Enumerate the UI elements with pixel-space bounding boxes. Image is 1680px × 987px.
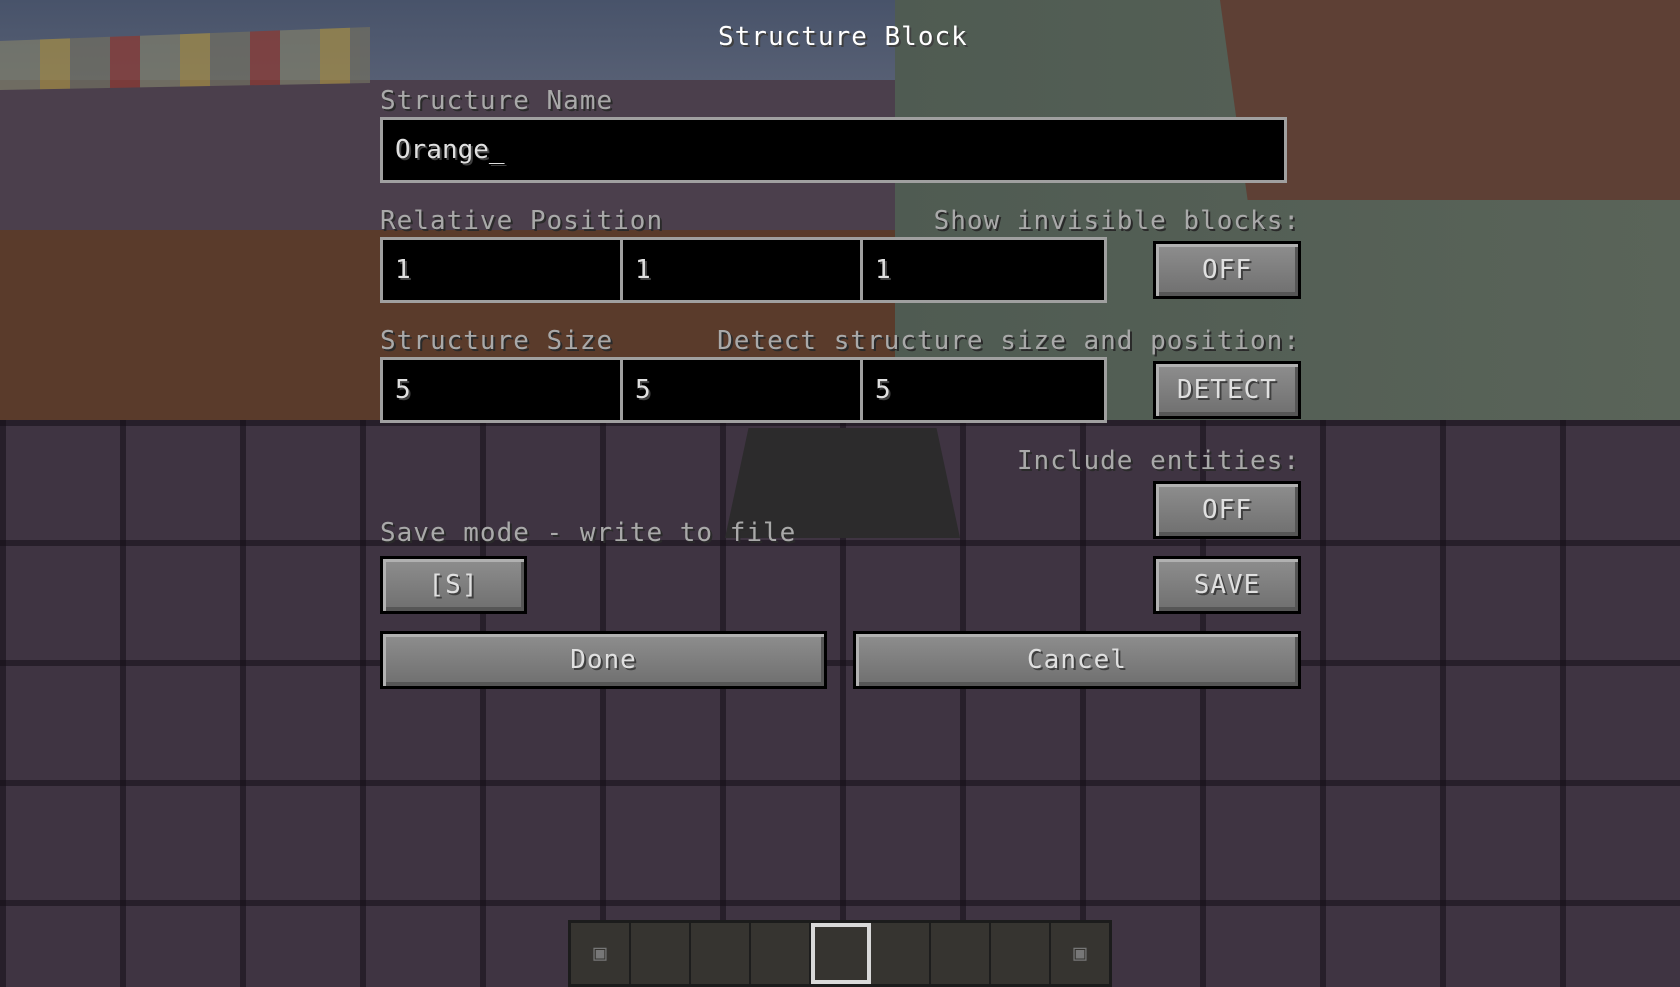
include-entities-label: Include entities: [1016,446,1300,476]
relative-position-y-input[interactable]: 1 [620,237,864,303]
relative-position-y-value: 1 [635,255,651,285]
relative-position-label: Relative Position [380,206,664,236]
structure-size-x-value: 5 [395,375,411,405]
detect-button-label: DETECT [1177,375,1277,405]
structure-block-icon: ▣ [593,941,607,966]
hotbar-slot-6[interactable] [871,923,931,984]
relative-position-x-input[interactable]: 1 [380,237,624,303]
structure-size-label: Structure Size [380,326,614,356]
hotbar: ▣ ▣ [568,920,1112,987]
show-invisible-label: Show invisible blocks: [933,206,1300,236]
detect-label: Detect structure size and position: [717,326,1300,356]
structure-size-z-input[interactable]: 5 [860,357,1107,423]
structure-block-icon: ▣ [1073,941,1087,966]
hotbar-slot-7[interactable] [931,923,991,984]
structure-size-x-input[interactable]: 5 [380,357,624,423]
mode-description: Save mode - write to file [380,518,797,548]
hotbar-slot-1[interactable]: ▣ [571,923,631,984]
include-entities-button-label: OFF [1202,495,1252,525]
cancel-button-label: Cancel [1027,645,1127,675]
hotbar-slot-2[interactable] [631,923,691,984]
detect-button[interactable]: DETECT [1153,361,1301,419]
hotbar-slot-5-selected[interactable] [811,923,871,984]
save-button[interactable]: SAVE [1153,556,1301,614]
structure-name-input[interactable]: Orange_ [380,117,1287,183]
relative-position-x-value: 1 [395,255,411,285]
hotbar-slot-4[interactable] [751,923,811,984]
hotbar-slot-8[interactable] [991,923,1051,984]
structure-name-value: Orange_ [395,135,505,165]
screen-title: Structure Block [718,22,968,52]
structure-size-y-value: 5 [635,375,651,405]
hotbar-slot-3[interactable] [691,923,751,984]
include-entities-toggle-button[interactable]: OFF [1153,481,1301,539]
structure-size-y-input[interactable]: 5 [620,357,864,423]
show-invisible-button-label: OFF [1202,255,1252,285]
relative-position-z-input[interactable]: 1 [860,237,1107,303]
mode-button-label: [S] [428,570,479,600]
done-button[interactable]: Done [380,631,827,689]
structure-size-z-value: 5 [875,375,891,405]
cancel-button[interactable]: Cancel [853,631,1301,689]
structure-name-label: Structure Name [380,86,614,116]
relative-position-z-value: 1 [875,255,891,285]
done-button-label: Done [570,645,637,675]
save-button-label: SAVE [1193,570,1261,600]
show-invisible-toggle-button[interactable]: OFF [1153,241,1301,299]
hotbar-slot-9[interactable]: ▣ [1051,923,1109,984]
brown-panel [1220,0,1680,200]
mode-toggle-button[interactable]: [S] [380,556,527,614]
